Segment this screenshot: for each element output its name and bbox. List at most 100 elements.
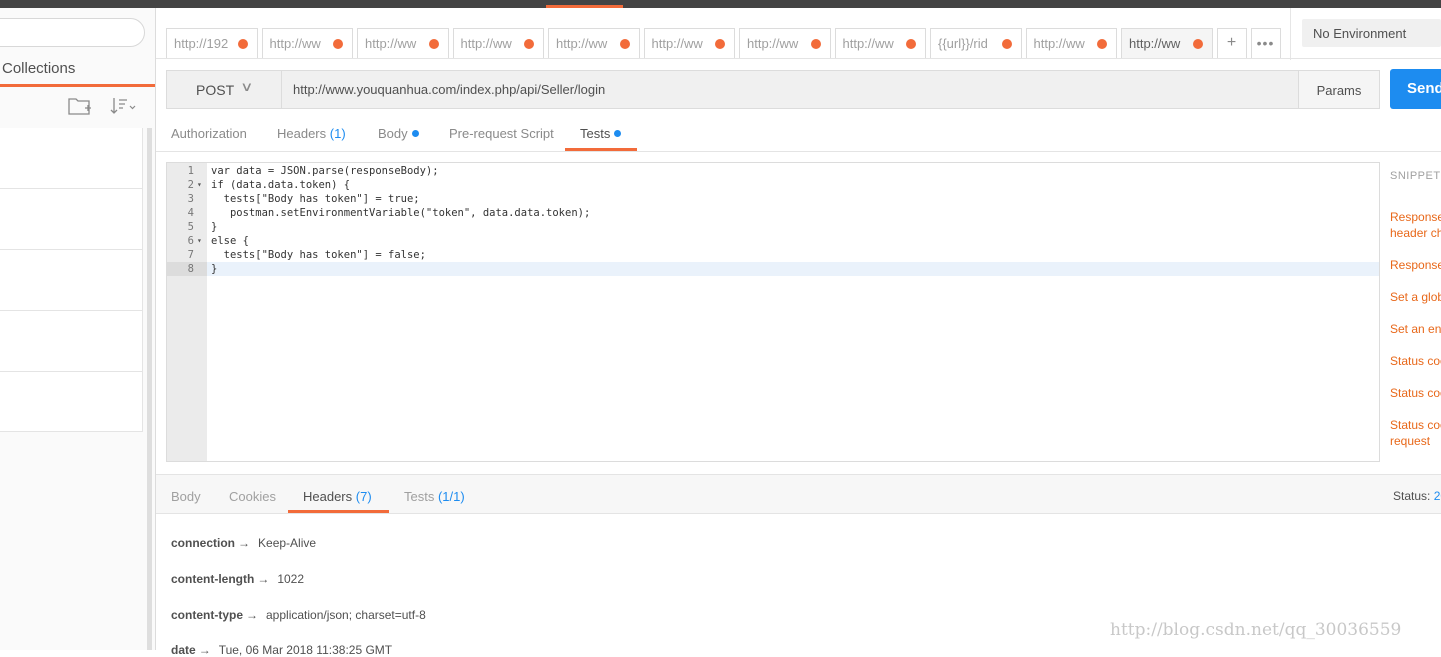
request-tab[interactable]: http://192 — [166, 28, 258, 58]
divider — [156, 58, 1441, 59]
response-header-row: content-length → 1022 — [171, 572, 304, 586]
url-input[interactable]: http://www.youquanhua.com/index.php/api/… — [282, 70, 1299, 109]
method-select[interactable]: POST ∨ — [166, 70, 282, 109]
tab-body[interactable]: Body — [378, 126, 419, 141]
tab-label: http://192 — [174, 36, 229, 51]
header-key: connection — [171, 536, 236, 550]
arrow-icon: → — [198, 643, 211, 657]
new-collection-icon[interactable] — [68, 96, 92, 118]
active-tab-indicator — [565, 148, 637, 151]
unsaved-dot-icon — [1192, 39, 1203, 49]
line-number: 3 — [187, 193, 194, 205]
sidebar: Collections — [0, 8, 156, 650]
line-number: 7 — [187, 249, 194, 261]
list-item[interactable] — [0, 311, 142, 372]
tab-response-headers[interactable]: Headers (7) — [303, 489, 372, 504]
unsaved-dot-icon — [1097, 39, 1107, 49]
status-label: Status: — [1393, 489, 1431, 503]
list-item[interactable] — [0, 189, 142, 250]
snippet-link[interactable]: Response header ch — [1390, 209, 1441, 241]
tab-label: {{url}}/rid — [938, 36, 988, 51]
header-key: content-type — [171, 608, 243, 622]
tab-response-cookies[interactable]: Cookies — [229, 489, 276, 504]
snippet-link[interactable]: Status coc request — [1390, 417, 1441, 449]
unsaved-dot-icon — [715, 39, 725, 49]
sidebar-tab-indicator — [0, 84, 155, 87]
request-tab[interactable]: http://ww — [261, 28, 353, 58]
arrow-icon: → — [238, 536, 251, 550]
tab-label: Body — [378, 126, 408, 141]
line-number: 2 — [187, 179, 194, 191]
line-number: 6 — [187, 235, 194, 247]
snippet-link[interactable]: Set a glob — [1390, 289, 1441, 305]
request-tab[interactable]: {{url}}/rid — [930, 28, 1022, 58]
snippet-link[interactable]: Set an env — [1390, 321, 1441, 337]
unsaved-dot-icon — [810, 39, 821, 49]
code-line: 3 tests["Body has token"] = true; — [167, 192, 1379, 206]
environment-select[interactable]: No Environment — [1302, 19, 1441, 47]
request-tab[interactable]: http://ww — [548, 28, 640, 58]
tab-label: Tests — [404, 489, 435, 504]
request-tab[interactable]: http://ww — [643, 28, 735, 58]
code-area[interactable]: 1 var data = JSON.parse(responseBody); 2 ▾… — [167, 163, 1379, 276]
header-value: application/json; charset=utf-8 — [266, 608, 426, 622]
response-header-row: connection → Keep-Alive — [171, 536, 316, 550]
code-text: else { — [211, 235, 249, 247]
list-item[interactable] — [0, 250, 142, 311]
request-tab[interactable]: http://ww — [452, 28, 544, 58]
snippet-label: Response — [1390, 210, 1441, 224]
header-value: Keep-Alive — [258, 536, 317, 550]
header-key: date — [171, 643, 196, 657]
tab-headers[interactable]: Headers (1) — [277, 126, 346, 141]
tab-response-tests[interactable]: Tests (1/1) — [404, 489, 465, 504]
response-tabs: Body Cookies Headers (7) Tests (1/1) — [156, 474, 1441, 514]
snippets-title: SNIPPETS — [1390, 170, 1441, 182]
more-tabs-button[interactable]: ••• — [1250, 28, 1281, 58]
params-button[interactable]: Params — [1298, 70, 1380, 109]
sidebar-search-input[interactable] — [0, 18, 145, 47]
unsaved-dot-icon — [237, 39, 248, 49]
tab-label: Tests — [580, 126, 611, 141]
snippet-link[interactable]: Status coc — [1390, 385, 1441, 401]
arrow-icon: → — [246, 608, 258, 622]
headers-count: (1) — [329, 126, 346, 141]
watermark: http://blog.csdn.net/qq_30036559 — [1110, 620, 1402, 640]
snippet-link[interactable]: Status coc — [1390, 353, 1441, 369]
tab-prerequest-script[interactable]: Pre-request Script — [449, 126, 554, 141]
header-value: Tue, 06 Mar 2018 11:38:25 GMT — [218, 643, 393, 657]
snippet-label: Status coc — [1390, 418, 1441, 432]
request-tab-active[interactable]: http://ww — [1121, 28, 1213, 58]
unsaved-dot-icon — [1001, 39, 1012, 49]
sidebar-tab-collections[interactable]: Collections — [2, 60, 75, 77]
list-item[interactable] — [0, 372, 142, 433]
list-item[interactable] — [0, 128, 142, 189]
top-accent — [546, 5, 623, 8]
tab-label: http://ww — [269, 36, 321, 51]
sort-icon[interactable] — [110, 96, 138, 118]
request-tab[interactable]: http://ww — [357, 28, 449, 58]
tab-response-body[interactable]: Body — [171, 489, 201, 504]
send-button[interactable]: Send — [1390, 69, 1441, 109]
request-tab[interactable]: http://ww — [739, 28, 831, 58]
response-header-row: content-type → application/json; charset=u… — [171, 608, 426, 622]
request-tab[interactable]: http://ww — [834, 28, 926, 58]
unsaved-dot-icon — [428, 39, 439, 49]
fold-icon[interactable]: ▾ — [197, 178, 202, 192]
add-tab-button[interactable]: + — [1216, 28, 1247, 58]
snippet-link[interactable]: Response — [1390, 257, 1441, 273]
tab-authorization[interactable]: Authorization — [171, 126, 247, 141]
tab-label: http://ww — [1033, 36, 1085, 51]
fold-icon[interactable]: ▾ — [197, 234, 202, 248]
collection-list — [0, 128, 143, 432]
request-tab[interactable]: http://ww — [1025, 28, 1117, 58]
line-number: 4 — [187, 207, 194, 219]
tests-count: (1/1) — [437, 489, 465, 504]
code-text: } — [211, 221, 218, 233]
unsaved-dot-icon — [619, 39, 630, 49]
method-label: POST — [196, 82, 235, 98]
modified-dot-icon — [411, 130, 419, 137]
tests-code-editor[interactable]: 1 var data = JSON.parse(responseBody); 2 ▾… — [166, 162, 1380, 462]
sidebar-scrollbar[interactable] — [147, 128, 152, 650]
code-text: var data = JSON.parse(responseBody); — [211, 165, 439, 177]
tab-tests[interactable]: Tests — [580, 126, 622, 141]
